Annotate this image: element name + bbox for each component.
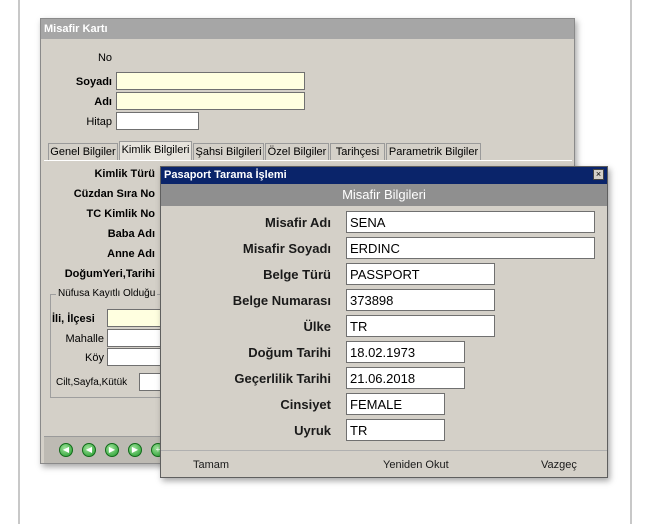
tab-history[interactable]: Tarihçesi <box>330 143 385 160</box>
district-input[interactable] <box>107 329 167 347</box>
district-label: Mahalle <box>65 333 104 345</box>
salutation-label: Hitap <box>86 116 112 128</box>
expiry-date-input[interactable] <box>346 367 465 389</box>
last-record-icon[interactable]: ▶ <box>128 443 142 457</box>
document-number-label: Belge Numarası <box>232 293 331 308</box>
gender-input[interactable] <box>346 393 445 415</box>
cancel-button[interactable]: Vazgeç <box>541 459 577 471</box>
tab-personal[interactable]: Şahsi Bilgileri <box>193 143 264 160</box>
tc-id-label: TC Kimlik No <box>86 208 155 220</box>
gender-label: Cinsiyet <box>280 397 331 412</box>
rescan-button[interactable]: Yeniden Okut <box>383 459 449 471</box>
father-name-label: Baba Adı <box>107 228 155 240</box>
tab-general[interactable]: Genel Bilgiler <box>48 143 118 160</box>
nationality-label: Uyruk <box>294 423 331 438</box>
document-type-label: Belge Türü <box>263 267 331 282</box>
guest-name-label: Misafir Adı <box>265 215 331 230</box>
document-type-input[interactable] <box>346 263 495 285</box>
volume-page-label: Cilt,Sayfa,Kütük <box>56 377 128 388</box>
id-type-label: Kimlik Türü <box>94 168 155 180</box>
guest-surname-input[interactable] <box>346 237 595 259</box>
expiry-date-label: Geçerlilik Tarihi <box>234 371 331 386</box>
no-label: No <box>97 52 112 64</box>
country-label: Ülke <box>303 319 331 334</box>
guest-card-title: Misafir Kartı <box>41 19 574 39</box>
guest-info-header: Misafir Bilgileri <box>161 184 607 206</box>
first-record-icon[interactable]: ◀ <box>59 443 73 457</box>
province-label: İli, İlçesi <box>52 313 95 325</box>
close-icon[interactable]: × <box>593 169 604 180</box>
document-number-input[interactable] <box>346 289 495 311</box>
dialog-footer: Tamam Yeniden Okut Vazgeç <box>161 450 607 478</box>
record-navigator: ◀ ◀ ▶ ▶ + <box>44 436 172 463</box>
mother-name-label: Anne Adı <box>107 248 155 260</box>
tab-special[interactable]: Özel Bilgiler <box>265 143 329 160</box>
guest-surname-label: Misafir Soyadı <box>242 241 331 256</box>
birth-place-date-label: DoğumYeri,Tarihi <box>64 268 155 280</box>
village-input[interactable] <box>107 348 167 366</box>
guest-name-input[interactable] <box>346 211 595 233</box>
registry-group-caption: Nüfusa Kayıtlı Olduğu <box>56 288 158 299</box>
country-input[interactable] <box>346 315 495 337</box>
passport-scan-title: Pasaport Tarama İşlemi <box>161 167 607 184</box>
salutation-input[interactable] <box>116 112 199 130</box>
prev-record-icon[interactable]: ◀ <box>82 443 96 457</box>
birth-date-input[interactable] <box>346 341 465 363</box>
next-record-icon[interactable]: ▶ <box>105 443 119 457</box>
nationality-input[interactable] <box>346 419 445 441</box>
surname-input[interactable] <box>116 72 305 90</box>
birth-date-label: Doğum Tarihi <box>248 345 331 360</box>
name-input[interactable] <box>116 92 305 110</box>
province-input[interactable] <box>107 309 167 327</box>
ok-button[interactable]: Tamam <box>193 459 229 471</box>
tab-identity[interactable]: Kimlik Bilgileri <box>119 141 192 160</box>
passport-scan-dialog: Pasaport Tarama İşlemi × Misafir Bilgile… <box>160 166 608 478</box>
name-label: Adı <box>94 96 112 108</box>
village-label: Köy <box>85 352 104 364</box>
surname-label: Soyadı <box>75 76 112 88</box>
wallet-serial-label: Cüzdan Sıra No <box>73 188 155 200</box>
tab-parametric[interactable]: Parametrik Bilgiler <box>386 143 481 160</box>
